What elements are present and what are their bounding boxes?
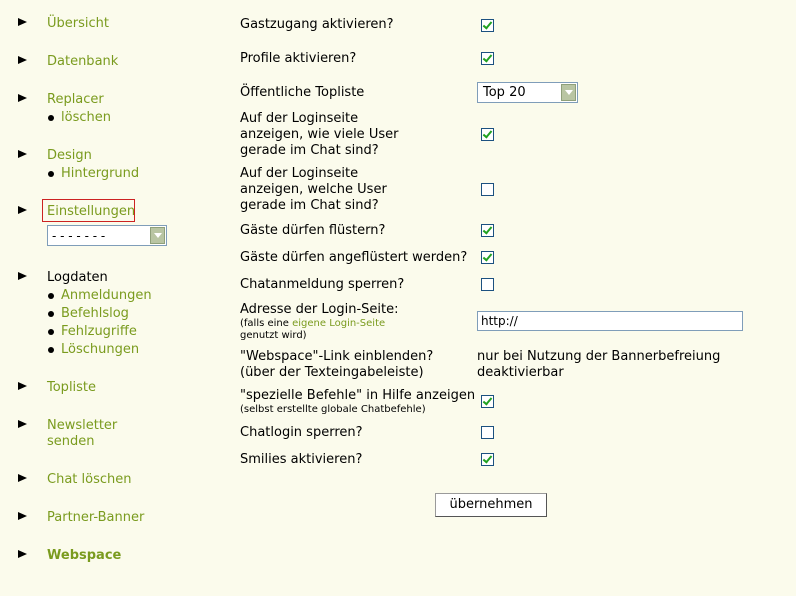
bullet-icon: [48, 311, 54, 317]
arrow-right-icon: [18, 18, 27, 26]
chevron-down-icon[interactable]: [150, 227, 165, 244]
webspace-link-note-2: deaktivierbar: [477, 365, 564, 380]
guests-whisper-checkbox[interactable]: [481, 224, 494, 237]
nav-item-uebersicht[interactable]: Übersicht: [47, 15, 109, 32]
nav-item-datenbank[interactable]: Datenbank: [47, 53, 118, 70]
arrow-right-icon: [18, 474, 27, 482]
arrow-right-icon: [18, 150, 27, 158]
special-commands-sub: (selbst erstellte globale Chatbefehle): [240, 404, 426, 415]
custom-login-page-link[interactable]: eigene Login-Seite: [292, 318, 385, 329]
login-count-label-1: Auf der Loginseite: [240, 111, 359, 126]
profiles-checkbox[interactable]: [481, 52, 494, 65]
arrow-right-icon: [18, 550, 27, 558]
chat-registration-label: Chatanmeldung sperren?: [240, 277, 405, 292]
login-address-label: Adresse der Login-Seite:: [240, 302, 399, 317]
guest-access-checkbox[interactable]: [481, 19, 494, 32]
login-address-note-pre: (falls eine: [240, 318, 293, 329]
nav-sub-fehlzugriffe[interactable]: Fehlzugriffe: [61, 323, 137, 340]
arrow-right-icon: [18, 94, 27, 102]
toplist-select-value: Top 20: [483, 85, 526, 100]
login-users-label-1: Auf der Loginseite: [240, 166, 359, 181]
arrow-right-icon: [18, 382, 27, 390]
login-address-input[interactable]: http://: [477, 311, 743, 331]
nav-item-chat-loeschen[interactable]: Chat löschen: [47, 471, 131, 488]
login-address-note-2: genutzt wird): [240, 330, 307, 341]
nav-item-topliste[interactable]: Topliste: [47, 379, 96, 396]
profiles-label: Profile aktivieren?: [240, 51, 357, 66]
login-users-label-3: gerade im Chat sind?: [240, 198, 379, 213]
arrow-right-icon: [18, 56, 27, 64]
nav-sub-loeschen[interactable]: löschen: [61, 109, 111, 126]
webspace-link-note: nur bei Nutzung der Bannerbefreiung: [477, 349, 721, 364]
arrow-right-icon: [18, 512, 27, 520]
login-count-checkbox[interactable]: [481, 128, 494, 141]
nav-item-einstellungen[interactable]: Einstellungen: [47, 203, 135, 220]
bullet-icon: [48, 347, 54, 353]
arrow-right-icon: [18, 206, 27, 214]
login-count-label-3: gerade im Chat sind?: [240, 143, 379, 158]
bullet-icon: [48, 115, 54, 121]
nav-sub-loeschungen[interactable]: Löschungen: [61, 341, 139, 358]
special-commands-label: "spezielle Befehle" in Hilfe anzeigen: [240, 388, 476, 403]
login-users-label-2: anzeigen, welche User: [240, 182, 387, 197]
special-commands-checkbox[interactable]: [481, 395, 494, 408]
smilies-checkbox[interactable]: [481, 453, 494, 466]
chatlogin-lock-label: Chatlogin sperren?: [240, 425, 363, 440]
nav-item-replacer[interactable]: Replacer: [47, 91, 104, 108]
nav-item-webspace[interactable]: Webspace: [47, 547, 121, 564]
login-users-checkbox[interactable]: [481, 183, 494, 196]
bullet-icon: [48, 329, 54, 335]
smilies-label: Smilies aktivieren?: [240, 452, 363, 467]
guests-whisper-label: Gäste dürfen flüstern?: [240, 223, 386, 238]
chevron-down-icon[interactable]: [561, 84, 576, 101]
toplist-label: Öffentliche Topliste: [240, 85, 365, 100]
nav-item-partner-banner[interactable]: Partner-Banner: [47, 509, 144, 526]
webspace-link-label: "Webspace"-Link einblenden?: [240, 349, 434, 364]
bullet-icon: [48, 171, 54, 177]
settings-section-select-value: - - - - - - -: [52, 229, 106, 243]
guests-whispered-checkbox[interactable]: [481, 251, 494, 264]
nav-item-logdaten: Logdaten: [47, 270, 108, 285]
nav-sub-hintergrund[interactable]: Hintergrund: [61, 165, 139, 182]
nav-sub-anmeldungen[interactable]: Anmeldungen: [61, 287, 152, 304]
nav-sub-befehlslog[interactable]: Befehlslog: [61, 305, 129, 322]
nav-item-newsletter[interactable]: Newsletter: [47, 417, 117, 434]
chat-registration-checkbox[interactable]: [481, 278, 494, 291]
guest-access-label: Gastzugang aktivieren?: [240, 17, 394, 32]
arrow-right-icon: [18, 420, 27, 428]
arrow-right-icon: [18, 272, 27, 280]
toplist-select[interactable]: Top 20: [477, 82, 578, 103]
settings-section-select[interactable]: - - - - - - -: [47, 225, 167, 246]
nav-item-design[interactable]: Design: [47, 147, 92, 164]
bullet-icon: [48, 293, 54, 299]
submit-button[interactable]: übernehmen: [435, 493, 547, 517]
login-address-note: (falls eine eigene Login-Seite: [240, 318, 385, 330]
login-count-label-2: anzeigen, wie viele User: [240, 127, 399, 142]
guests-whispered-label: Gäste dürfen angeflüstert werden?: [240, 250, 468, 265]
webspace-link-label-2: (über der Texteingabeleiste): [240, 365, 424, 380]
nav-item-newsletter-line2[interactable]: senden: [47, 433, 95, 450]
chatlogin-lock-checkbox[interactable]: [481, 426, 494, 439]
